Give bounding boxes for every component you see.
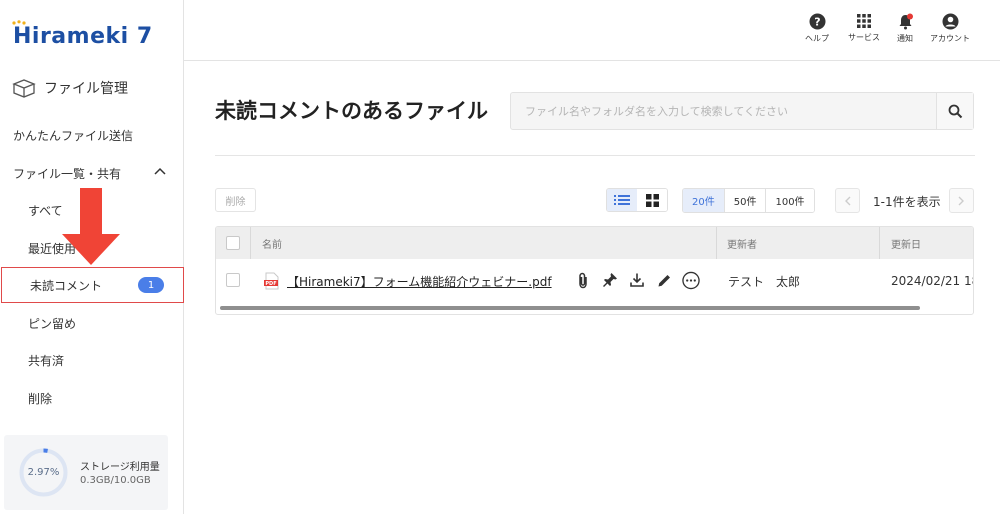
pencil-icon: [658, 274, 670, 286]
download-button[interactable]: [628, 271, 646, 289]
notifications-button[interactable]: 通知: [880, 13, 930, 44]
file-type-label: PDF: [265, 281, 276, 287]
file-name-link[interactable]: 【Hirameki7】フォーム機能紹介ウェビナー.pdf: [287, 273, 552, 290]
sidebar-item-file-list[interactable]: ファイル一覧・共有: [0, 155, 184, 191]
unread-count-badge: 1: [138, 277, 164, 293]
column-divider: [879, 227, 880, 259]
more-horizontal-icon: [682, 271, 700, 289]
account-button[interactable]: アカウント: [925, 13, 975, 44]
app-root: Hirameki 7 ファイル管理 かんたんファイル送信 ファイル一覧・共有 す…: [0, 0, 1000, 514]
crown-icon: [12, 20, 26, 25]
chevron-right-icon: [958, 196, 964, 205]
pdf-file-icon: PDF: [264, 272, 279, 290]
sidebar-item-label: すべて: [28, 203, 63, 218]
svg-text:?: ?: [814, 16, 820, 29]
table-header: 名前 更新者 更新日: [216, 227, 973, 259]
column-header-name[interactable]: 名前: [262, 227, 282, 259]
sidebar-item-unread-comments[interactable]: 未読コメント 1: [1, 267, 184, 303]
sidebar-item-label: ピン留め: [28, 316, 77, 331]
section-title: ファイル管理: [44, 81, 128, 97]
column-divider: [716, 227, 717, 259]
search-bar: [510, 92, 974, 130]
attachment-button[interactable]: [574, 271, 592, 289]
storage-percent: 2.97%: [27, 467, 60, 478]
services-label: サービス: [848, 33, 880, 42]
storage-label: ストレージ利用量: [80, 462, 160, 473]
page-title: 未読コメントのあるファイル: [215, 99, 488, 123]
logo-text: Hirameki 7: [13, 24, 153, 49]
brand-logo[interactable]: Hirameki 7: [12, 20, 153, 50]
search-button[interactable]: [936, 93, 973, 129]
delete-button[interactable]: 削除: [215, 188, 256, 212]
per-page-50[interactable]: 50件: [724, 189, 767, 212]
storage-usage-panel: 2.97% ストレージ利用量 0.3GB/10.0GB: [4, 435, 168, 510]
sidebar-item-label: かんたんファイル送信: [13, 128, 134, 143]
next-page-button[interactable]: [949, 188, 974, 213]
paperclip-icon: [579, 272, 587, 288]
sidebar-item-label: 削除: [28, 391, 53, 406]
table-row[interactable]: PDF 【Hirameki7】フォーム機能紹介ウェビナー.pdf テスト 太郎 …: [216, 259, 973, 303]
sidebar-item-label: 未読コメント: [30, 278, 103, 293]
file-management-header: ファイル管理: [12, 78, 128, 98]
red-arrow-annotation: [62, 188, 120, 265]
select-all-checkbox[interactable]: [226, 236, 240, 250]
chevron-left-icon: [845, 196, 851, 205]
file-name-cell: PDF 【Hirameki7】フォーム機能紹介ウェビナー.pdf: [264, 259, 552, 303]
prev-page-button[interactable]: [835, 188, 860, 213]
per-page-selector: 20件 50件 100件: [682, 188, 815, 213]
account-label: アカウント: [930, 34, 970, 43]
list-view-button[interactable]: [607, 189, 637, 211]
row-actions: [574, 271, 700, 289]
horizontal-scrollbar[interactable]: [220, 306, 920, 310]
notifications-label: 通知: [897, 34, 913, 43]
per-page-100[interactable]: 100件: [766, 189, 814, 212]
file-table: 名前 更新者 更新日 PDF 【Hirameki7】フォーム機能紹介ウェビナー.…: [215, 226, 974, 315]
bell-icon: [899, 13, 913, 30]
column-divider: [250, 227, 251, 259]
chevron-up-icon: [154, 167, 166, 175]
updated-date-cell: 2024/02/21 18:··: [891, 274, 973, 288]
download-icon: [630, 273, 644, 287]
grid-view-button[interactable]: [637, 189, 667, 211]
per-page-20[interactable]: 20件: [683, 189, 725, 212]
sidebar-item-label: 共有済: [28, 353, 65, 368]
pin-icon: [603, 273, 617, 287]
storage-value: 0.3GB/10.0GB: [80, 475, 151, 486]
more-options-button[interactable]: [682, 271, 700, 289]
column-header-updater[interactable]: 更新者: [727, 227, 757, 259]
box-icon: [12, 79, 36, 98]
view-toggle: [606, 188, 668, 212]
search-icon: [948, 104, 962, 118]
account-icon: [942, 13, 958, 30]
updater-cell: テスト 太郎: [728, 274, 801, 289]
grid-view-icon: [645, 193, 659, 207]
sidebar-item-shared[interactable]: 共有済: [0, 342, 184, 378]
sidebar-item-easy-send[interactable]: かんたんファイル送信: [0, 117, 184, 153]
help-button[interactable]: ? ヘルプ: [792, 13, 842, 44]
search-input[interactable]: [511, 93, 937, 129]
list-icon: [614, 195, 630, 205]
title-divider: [215, 155, 975, 156]
top-bar: ? ヘルプ サービス 通知 アカウント: [184, 0, 1000, 61]
help-icon: ?: [809, 13, 825, 30]
pagination-range: 1-1件を表示: [873, 195, 941, 209]
row-checkbox[interactable]: [226, 273, 240, 287]
pin-button[interactable]: [601, 271, 619, 289]
edit-button[interactable]: [655, 271, 673, 289]
sidebar-item-pinned[interactable]: ピン留め: [0, 305, 184, 341]
sidebar-item-label: ファイル一覧・共有: [13, 166, 122, 181]
column-header-updated[interactable]: 更新日: [891, 227, 921, 259]
help-label: ヘルプ: [805, 34, 829, 43]
sidebar-item-deleted[interactable]: 削除: [0, 380, 184, 416]
grid-icon: [857, 14, 871, 28]
